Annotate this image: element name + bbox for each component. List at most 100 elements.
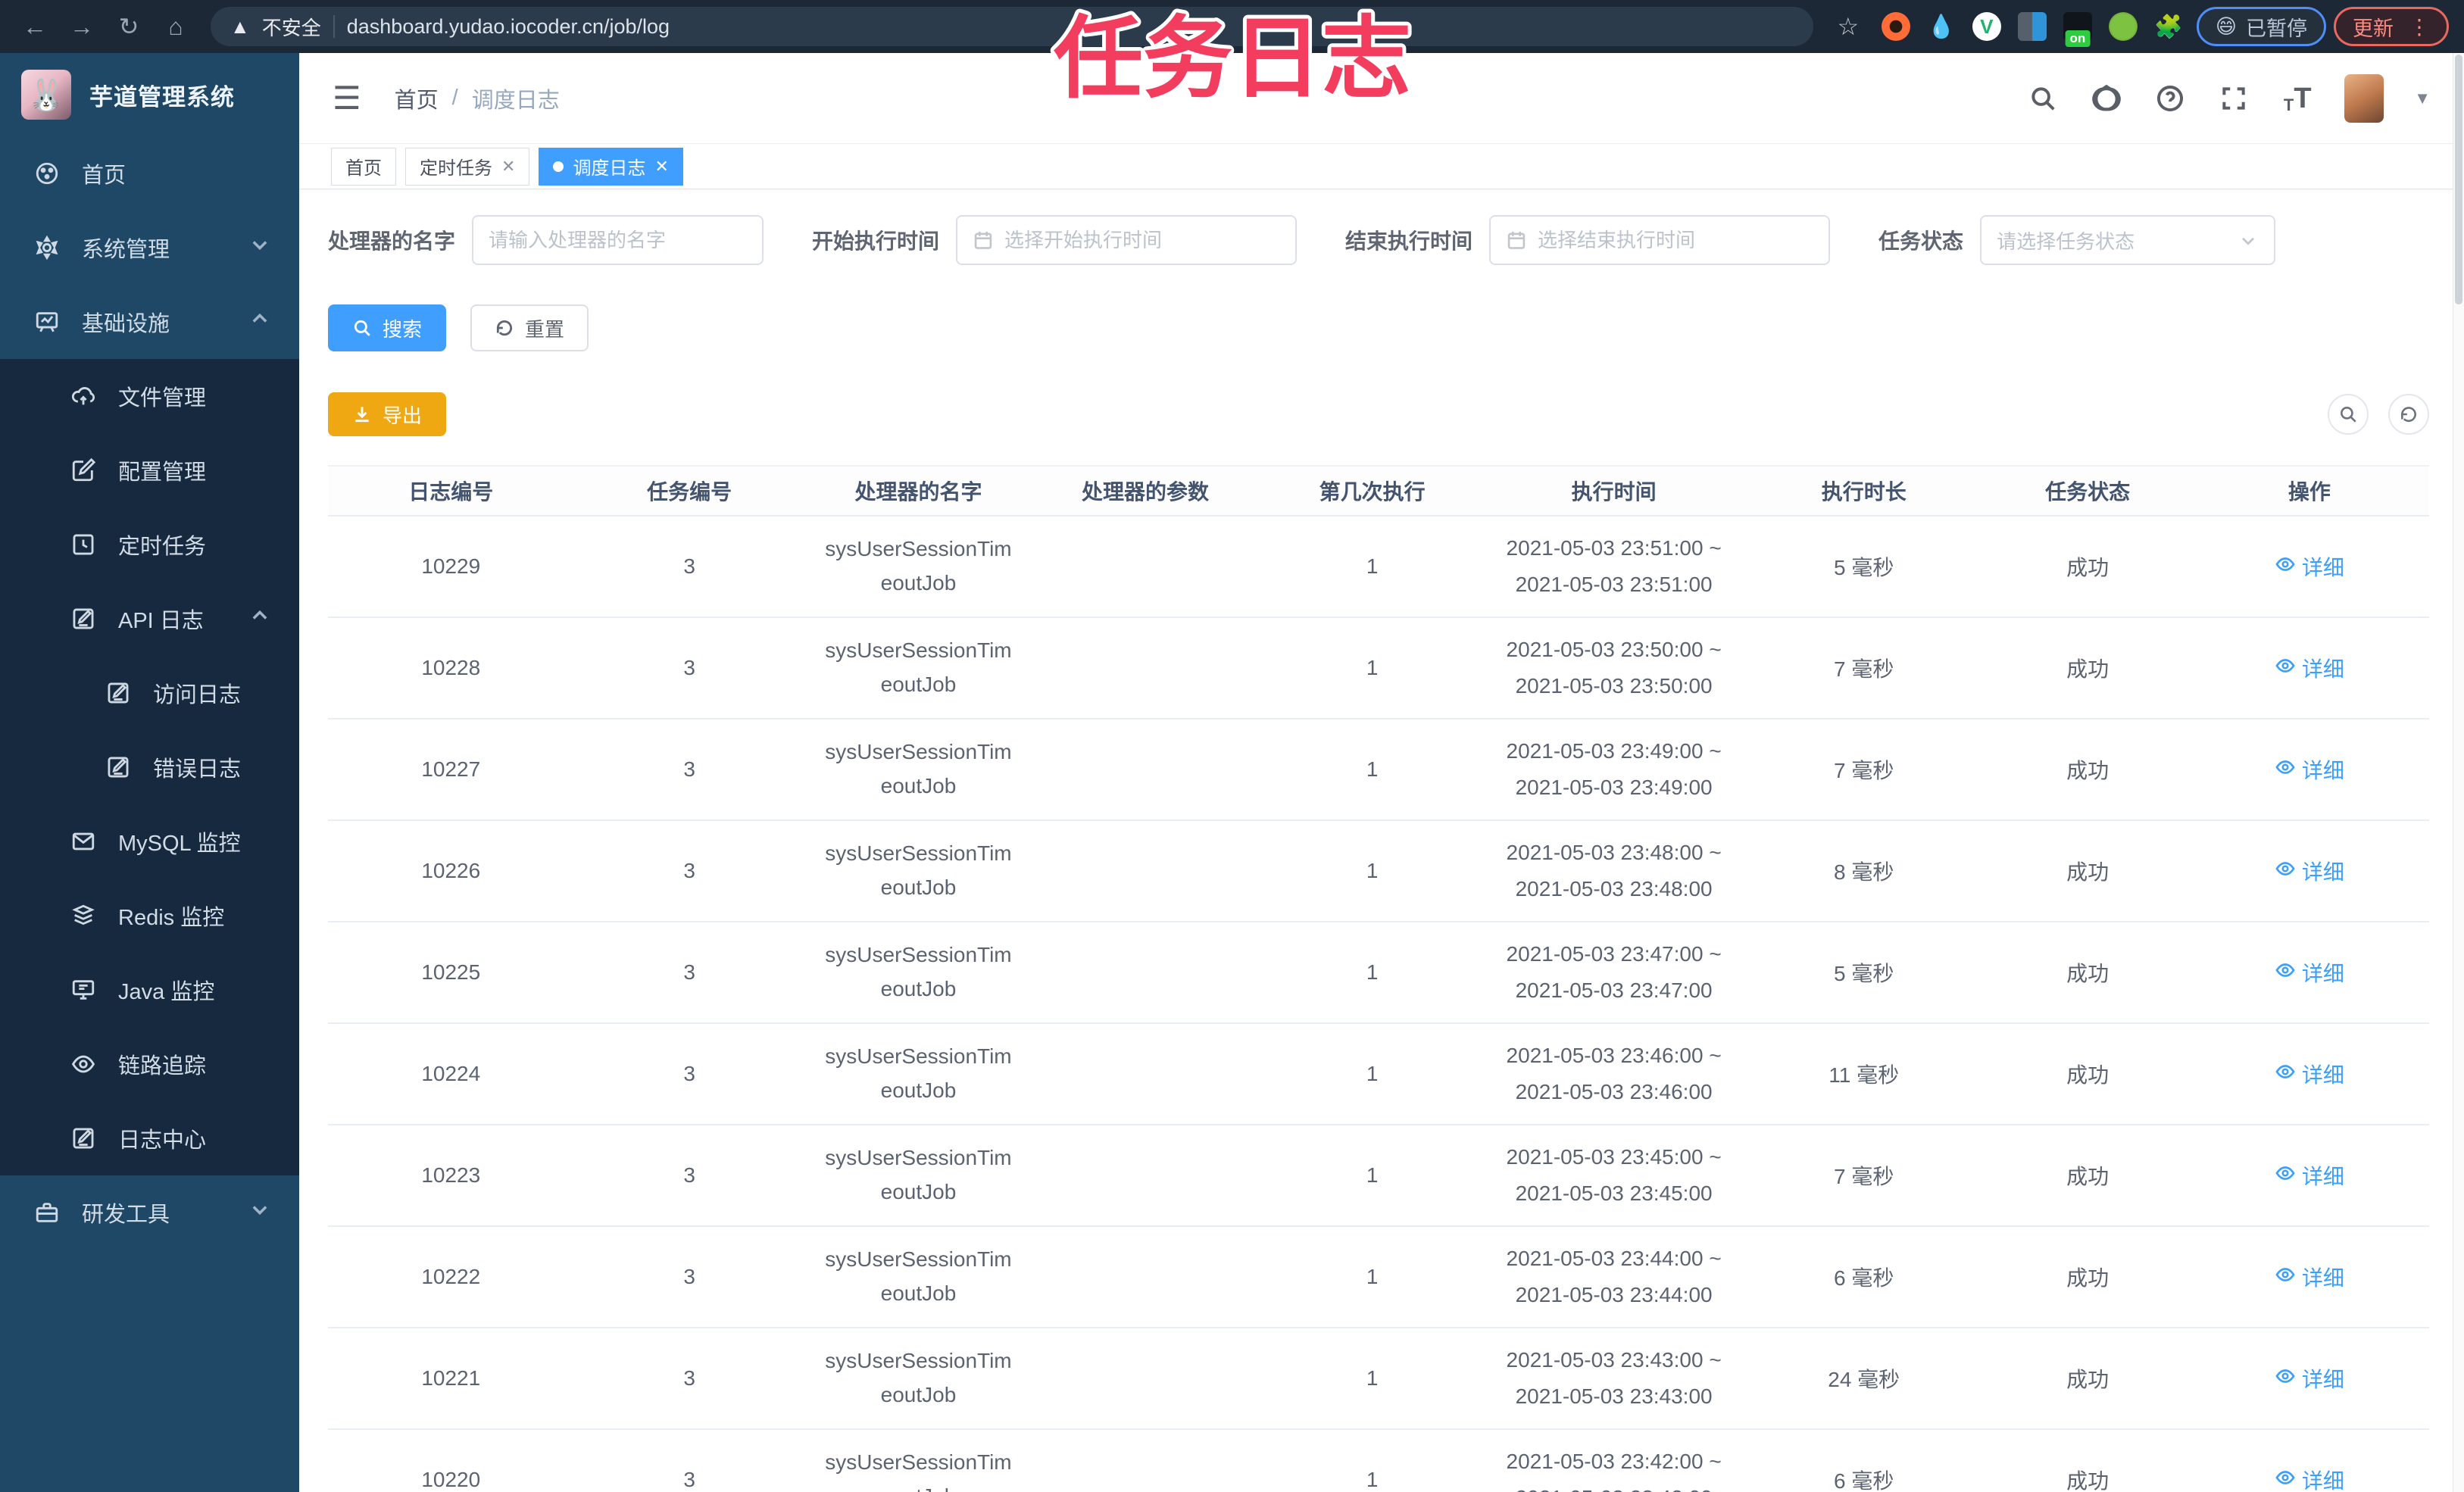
sidebar-item-9[interactable]: MySQL 监控 bbox=[0, 804, 299, 879]
cell-dur: 6 毫秒 bbox=[1741, 1429, 1986, 1492]
sidebar-item-3[interactable]: 文件管理 bbox=[0, 359, 299, 433]
page-scrollbar[interactable] bbox=[2453, 53, 2464, 1492]
table-row: 10221 3 sysUserSessionTimeoutJob 1 2021-05-0… bbox=[328, 1328, 2429, 1430]
detail-link[interactable]: 详细 bbox=[2275, 1465, 2344, 1492]
cell-param bbox=[1032, 820, 1259, 922]
search-icon[interactable] bbox=[2026, 82, 2060, 115]
sidebar-item-5[interactable]: 定时任务 bbox=[0, 507, 299, 582]
collapse-menu-icon[interactable]: ☰ bbox=[333, 80, 361, 117]
fullscreen-icon[interactable] bbox=[2217, 82, 2250, 115]
font-size-icon[interactable]: TT bbox=[2281, 82, 2314, 115]
not-secure-warning-icon: ▲ bbox=[230, 14, 250, 38]
blue-drop-extension-icon[interactable]: 💧 bbox=[1927, 12, 1956, 41]
redis-icon bbox=[70, 902, 97, 929]
forward-icon[interactable]: → bbox=[62, 7, 101, 46]
sidebar-item-14[interactable]: 研发工具 bbox=[0, 1175, 299, 1250]
address-bar[interactable]: ▲ 不安全 dashboard.yudao.iocoder.cn/job/log bbox=[211, 7, 1813, 46]
status-select[interactable]: 请选择任务状态 bbox=[1980, 215, 2276, 265]
sidebar-item-6[interactable]: API 日志 bbox=[0, 582, 299, 656]
log-edit-icon bbox=[70, 605, 97, 632]
toggle-search-icon[interactable] bbox=[2328, 394, 2369, 435]
app-title: 芋道管理系统 bbox=[89, 83, 235, 111]
cell-job: 3 bbox=[573, 1125, 805, 1227]
detail-link[interactable]: 详细 bbox=[2275, 1262, 2344, 1292]
sidebar-item-label: 链路追踪 bbox=[118, 1054, 207, 1078]
filter-label: 任务状态 bbox=[1878, 229, 1964, 253]
on-badge-extension-icon[interactable] bbox=[2063, 12, 2092, 41]
detail-link[interactable]: 详细 bbox=[2275, 1059, 2344, 1089]
mysql-icon bbox=[70, 828, 97, 855]
sidebar-item-label: 基础设施 bbox=[82, 312, 170, 336]
scrollbar-thumb[interactable] bbox=[2455, 55, 2462, 304]
cell-dur: 7 毫秒 bbox=[1741, 1125, 1986, 1227]
browser-menu-icon[interactable]: ⋮ bbox=[2409, 14, 2430, 39]
cell-param bbox=[1032, 922, 1259, 1024]
help-icon[interactable] bbox=[2153, 82, 2187, 115]
search-button[interactable]: 搜索 bbox=[328, 304, 447, 351]
tab-1[interactable]: 定时任务 ✕ bbox=[405, 147, 530, 186]
tab-0[interactable]: 首页 bbox=[331, 147, 396, 186]
close-tab-icon[interactable]: ✕ bbox=[654, 157, 668, 176]
sidebar-item-1[interactable]: 系统管理 bbox=[0, 211, 299, 285]
update-button[interactable]: 更新 ⋮ bbox=[2334, 7, 2449, 46]
sidebar-item-0[interactable]: 首页 bbox=[0, 136, 299, 211]
cell-time: 2021-05-03 23:51:00 ~ 2021-05-03 23:51:0… bbox=[1485, 516, 1742, 618]
cell-id: 10222 bbox=[328, 1226, 574, 1328]
date-picker-input[interactable] bbox=[1489, 215, 1831, 265]
green-extension-icon[interactable] bbox=[2108, 12, 2138, 41]
caret-down-icon[interactable]: ▼ bbox=[2414, 89, 2431, 108]
sidebar-item-13[interactable]: 日志中心 bbox=[0, 1101, 299, 1175]
cell-id: 10228 bbox=[328, 617, 574, 719]
date-picker-input[interactable] bbox=[956, 215, 1298, 265]
detail-link[interactable]: 详细 bbox=[2275, 754, 2344, 785]
filter-label: 处理器的名字 bbox=[328, 229, 456, 253]
puzzle-extension-icon[interactable]: 🧩 bbox=[2154, 12, 2183, 41]
calendar-icon bbox=[973, 229, 994, 251]
app-logo-row[interactable]: 🐰 芋道管理系统 bbox=[0, 53, 299, 136]
reload-icon[interactable]: ↻ bbox=[109, 7, 148, 46]
breadcrumb-home[interactable]: 首页 bbox=[395, 83, 439, 114]
sidebar-item-7[interactable]: 访问日志 bbox=[0, 656, 299, 730]
monitor-icon bbox=[33, 308, 61, 336]
github-icon[interactable] bbox=[2090, 82, 2123, 115]
sidebar-nav: 首页系统管理基础设施文件管理 配置管理 定时任务 API 日志 访问日志 错误日志 MySQ… bbox=[0, 136, 299, 1250]
green-v-extension-icon[interactable]: V bbox=[1972, 12, 2001, 41]
detail-link[interactable]: 详细 bbox=[2275, 957, 2344, 988]
paused-extension-pill[interactable]: 😄 已暂停 bbox=[2196, 7, 2326, 46]
detail-link[interactable]: 详细 bbox=[2275, 856, 2344, 886]
refresh-icon[interactable] bbox=[2388, 394, 2429, 435]
home-icon[interactable]: ⌂ bbox=[156, 7, 195, 46]
tab-2[interactable]: 调度日志 ✕ bbox=[539, 147, 683, 186]
orange-extension-icon[interactable] bbox=[1881, 12, 1910, 41]
detail-link[interactable]: 详细 bbox=[2275, 551, 2344, 582]
cell-action: 详细 bbox=[2189, 1125, 2429, 1227]
detail-link[interactable]: 详细 bbox=[2275, 1363, 2344, 1394]
avatar[interactable] bbox=[2344, 73, 2384, 123]
sidebar-item-12[interactable]: 链路追踪 bbox=[0, 1027, 299, 1101]
update-label: 更新 bbox=[2353, 17, 2394, 40]
cell-handler: sysUserSessionTimeoutJob bbox=[804, 1328, 1032, 1430]
grid-extension-icon[interactable] bbox=[2017, 12, 2047, 41]
eye-icon bbox=[2275, 960, 2296, 986]
bookmark-star-icon[interactable]: ☆ bbox=[1828, 7, 1868, 46]
reset-button[interactable]: 重置 bbox=[470, 304, 589, 351]
back-icon[interactable]: ← bbox=[15, 7, 55, 46]
sidebar-item-11[interactable]: Java 监控 bbox=[0, 953, 299, 1027]
export-button[interactable]: 导出 bbox=[328, 392, 447, 436]
sidebar-item-label: 系统管理 bbox=[82, 238, 170, 262]
cell-id: 10221 bbox=[328, 1328, 574, 1430]
table-row: 10227 3 sysUserSessionTimeoutJob 1 2021-05-0… bbox=[328, 719, 2429, 821]
url-divider bbox=[333, 15, 335, 38]
cell-id: 10225 bbox=[328, 922, 574, 1024]
close-tab-icon[interactable]: ✕ bbox=[501, 157, 515, 176]
handler-name-input[interactable] bbox=[472, 215, 764, 265]
sidebar-item-10[interactable]: Redis 监控 bbox=[0, 879, 299, 953]
sidebar-item-4[interactable]: 配置管理 bbox=[0, 433, 299, 507]
sidebar-item-8[interactable]: 错误日志 bbox=[0, 730, 299, 804]
cell-handler: sysUserSessionTimeoutJob bbox=[804, 1023, 1032, 1125]
detail-link[interactable]: 详细 bbox=[2275, 1160, 2344, 1191]
cell-index: 1 bbox=[1258, 1429, 1486, 1492]
sidebar-item-2[interactable]: 基础设施 bbox=[0, 285, 299, 359]
detail-link[interactable]: 详细 bbox=[2275, 653, 2344, 683]
cell-handler: sysUserSessionTimeoutJob bbox=[804, 1226, 1032, 1328]
